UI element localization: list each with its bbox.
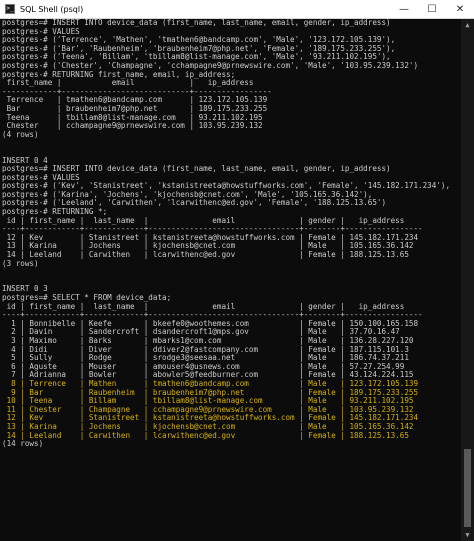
scroll-thumb[interactable] [464, 449, 471, 527]
terminal-line: (4 rows) [2, 129, 39, 139]
terminal-app-icon: >_ [5, 4, 15, 14]
scroll-up-arrow-icon[interactable]: ▲ [461, 19, 474, 31]
terminal-line: 14 | Leeland | Carwithen | lcarwithenc@e… [2, 250, 409, 260]
sql-shell-window: >_ SQL Shell (psql) — ☐ ✕ postgres=# INS… [0, 0, 474, 541]
terminal-line: Chester | cchampagne9@prnewswire.com | 1… [2, 121, 263, 131]
terminal-output[interactable]: postgres=# INSERT INTO device_data (firs… [0, 19, 461, 541]
terminal-line: 14 | Leeland | Carwithen | lcarwithenc@e… [2, 430, 409, 440]
vertical-scrollbar[interactable]: ▲ ▼ [461, 19, 474, 541]
maximize-button[interactable]: ☐ [418, 0, 446, 18]
terminal-line: (14 rows) [2, 439, 44, 449]
window-title: SQL Shell (psql) [20, 4, 84, 14]
scroll-down-arrow-icon[interactable]: ▼ [461, 529, 474, 541]
close-button[interactable]: ✕ [446, 0, 474, 18]
minimize-button[interactable]: — [390, 0, 418, 18]
terminal-line: (3 rows) [2, 258, 39, 268]
title-bar[interactable]: >_ SQL Shell (psql) — ☐ ✕ [0, 0, 474, 19]
